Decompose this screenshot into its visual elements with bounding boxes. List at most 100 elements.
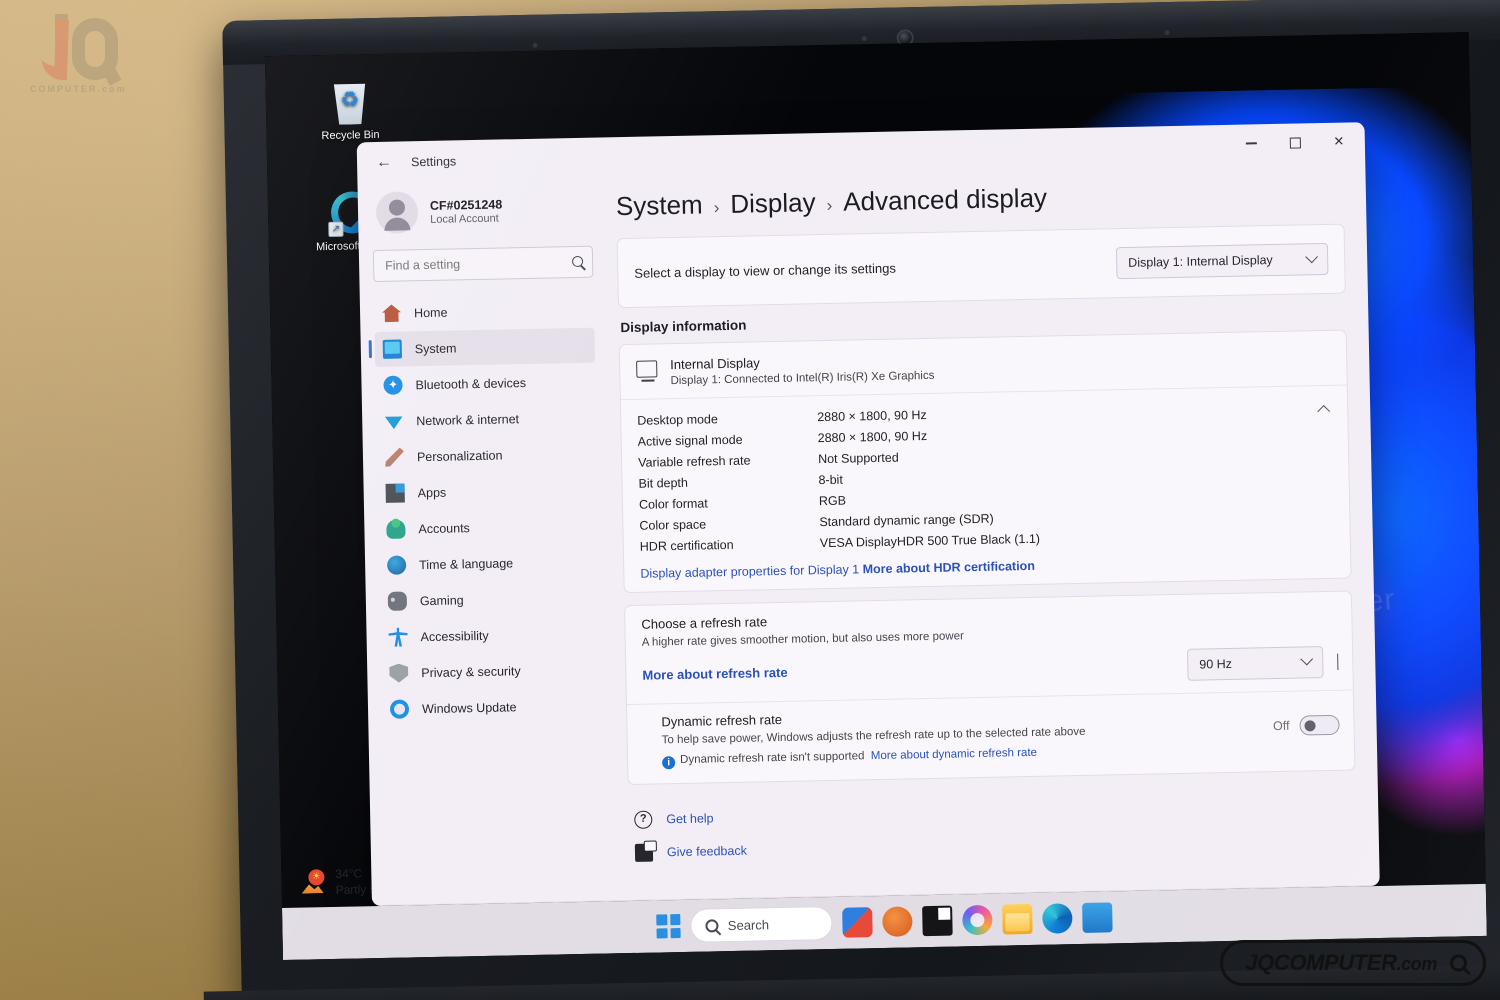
minimize-button[interactable] <box>1229 128 1274 159</box>
sidebar-item-accounts[interactable]: Accounts <box>378 508 599 547</box>
account-type: Local Account <box>430 212 499 226</box>
row-value: VESA DisplayHDR 500 True Black (1.1) <box>819 531 1041 551</box>
info-icon: i <box>662 756 676 770</box>
file-explorer-icon[interactable] <box>1001 903 1033 935</box>
display-selector-dropdown[interactable]: Display 1: Internal Display <box>1115 242 1329 280</box>
search-input[interactable] <box>372 245 594 283</box>
sidebar-item-gaming[interactable]: Gaming <box>380 580 601 619</box>
breadcrumb: System › Display › Advanced display <box>616 177 1344 223</box>
microsoft-store-icon[interactable] <box>1081 902 1113 933</box>
give-feedback-link[interactable]: Give feedback <box>667 843 747 859</box>
settings-window: ← Settings ✕ CF#0251248 Local Account Fi… <box>356 122 1380 907</box>
accounts-icon <box>386 519 406 539</box>
collapse-refresh-rate-button[interactable] <box>1337 653 1339 670</box>
row-value: 2880 × 1800, 90 Hz <box>817 407 927 425</box>
sidebar-item-label: System <box>414 340 457 356</box>
collapse-display-info-button[interactable] <box>1313 398 1333 418</box>
sidebar-item-bluetooth-devices[interactable]: ✦ Bluetooth & devices <box>375 364 596 403</box>
weather-icon <box>301 869 328 896</box>
close-button[interactable]: ✕ <box>1317 126 1362 157</box>
avatar <box>375 191 419 234</box>
sidebar-item-personalization[interactable]: Personalization <box>377 436 598 475</box>
search-icon <box>705 918 719 933</box>
jqcomputer-logo-suffix: .com <box>1396 954 1438 974</box>
sidebar-item-label: Personalization <box>416 448 503 464</box>
home-icon <box>382 304 401 323</box>
row-value: Not Supported <box>817 450 899 467</box>
get-help-link[interactable]: Get help <box>666 811 714 826</box>
feedback-icon <box>634 843 654 862</box>
dynamic-refresh-rate-row: Dynamic refresh rate To help save power,… <box>626 689 1355 785</box>
display-name: Internal Display <box>670 355 760 373</box>
network-icon <box>384 411 403 430</box>
search-setting-wrap <box>372 245 594 283</box>
desktop-icon-recycle-bin[interactable]: Recycle Bin <box>307 78 392 144</box>
sidebar-item-label: Bluetooth & devices <box>415 375 527 392</box>
sidebar-item-label: Privacy & security <box>421 663 521 680</box>
microsoft-edge-icon[interactable] <box>1041 903 1073 934</box>
accessibility-icon <box>388 627 407 646</box>
sidebar-item-home[interactable]: Home <box>374 292 595 331</box>
sports-widget-icon[interactable] <box>881 906 913 937</box>
sidebar-item-apps[interactable]: Apps <box>377 472 598 511</box>
row-value: RGB <box>818 493 847 509</box>
sidebar-item-label: Accounts <box>418 520 470 536</box>
sidebar-item-label: Gaming <box>419 592 464 608</box>
refresh-rate-value: 90 Hz <box>1199 656 1233 672</box>
row-value: 8-bit <box>818 472 843 488</box>
personalization-icon <box>385 447 404 466</box>
sidebar-item-windows-update[interactable]: Windows Update <box>382 688 603 727</box>
sidebar-item-label: Windows Update <box>421 699 517 716</box>
system-icon <box>382 339 403 359</box>
gaming-icon <box>387 591 408 611</box>
task-view-icon[interactable] <box>921 905 953 937</box>
windows-update-icon <box>389 699 410 719</box>
more-about-refresh-rate-link[interactable]: More about refresh rate <box>642 665 787 683</box>
maximize-button[interactable] <box>1273 127 1318 158</box>
search-icon <box>571 255 584 268</box>
refresh-rate-dropdown[interactable]: 90 Hz <box>1186 645 1324 681</box>
privacy-icon <box>389 663 408 682</box>
settings-sidebar: CF#0251248 Local Account Home <box>358 179 616 906</box>
breadcrumb-display[interactable]: Display <box>730 187 816 220</box>
account-block[interactable]: CF#0251248 Local Account <box>371 180 592 250</box>
sidebar-item-system[interactable]: System <box>374 327 596 368</box>
display-information-card: Internal Display Display 1: Connected to… <box>618 329 1352 594</box>
dynamic-refresh-rate-toggle-wrap: Off <box>1272 714 1340 736</box>
dynamic-refresh-rate-status: Dynamic refresh rate isn't supported <box>679 750 865 766</box>
help-icon <box>634 810 653 829</box>
select-display-card: Select a display to view or change its s… <box>616 223 1346 309</box>
settings-content: System › Display › Advanced display Sele… <box>601 164 1379 901</box>
breadcrumb-separator: › <box>826 195 833 215</box>
refresh-rate-card: Choose a refresh rate A higher rate give… <box>623 590 1356 786</box>
more-about-dynamic-refresh-rate-link[interactable]: More about dynamic refresh rate <box>871 747 1037 762</box>
breadcrumb-system[interactable]: System <box>616 189 703 222</box>
sidebar-item-time-language[interactable]: Time & language <box>379 544 600 583</box>
breadcrumb-separator: › <box>713 198 720 218</box>
start-button[interactable] <box>656 914 682 939</box>
bluetooth-icon: ✦ <box>383 375 403 395</box>
display-information-heading: Display information <box>620 317 747 336</box>
apps-icon <box>385 483 405 503</box>
sidebar-item-label: Network & internet <box>416 411 520 428</box>
sidebar-item-network-internet[interactable]: Network & internet <box>376 400 597 439</box>
back-button[interactable]: ← <box>371 150 398 177</box>
sidebar-item-privacy-security[interactable]: Privacy & security <box>381 652 602 691</box>
recycle-bin-icon <box>326 78 373 125</box>
sidebar-item-label: Apps <box>417 485 447 500</box>
sidebar-item-label: Accessibility <box>420 628 489 644</box>
sidebar-item-accessibility[interactable]: Accessibility <box>380 616 601 655</box>
taskbar-search-box[interactable]: Search <box>690 905 833 943</box>
window-controls: ✕ <box>1229 126 1362 159</box>
dynamic-refresh-rate-toggle[interactable] <box>1299 714 1340 736</box>
laptop-device: acer Recycle Bin ↗ Microsoft Edge 34°C P… <box>203 0 1500 1000</box>
page-title: Advanced display <box>842 182 1048 217</box>
copilot-icon[interactable] <box>961 904 993 936</box>
toggle-state-label: Off <box>1272 718 1290 733</box>
monitor-icon <box>636 360 658 378</box>
display-info-table: Desktop mode 2880 × 1800, 90 Hz Active s… <box>621 386 1350 568</box>
widgets-icon[interactable] <box>841 907 873 938</box>
magnifier-icon <box>1450 954 1467 972</box>
chevron-down-icon <box>1305 250 1319 263</box>
account-name: CF#0251248 <box>429 196 503 213</box>
